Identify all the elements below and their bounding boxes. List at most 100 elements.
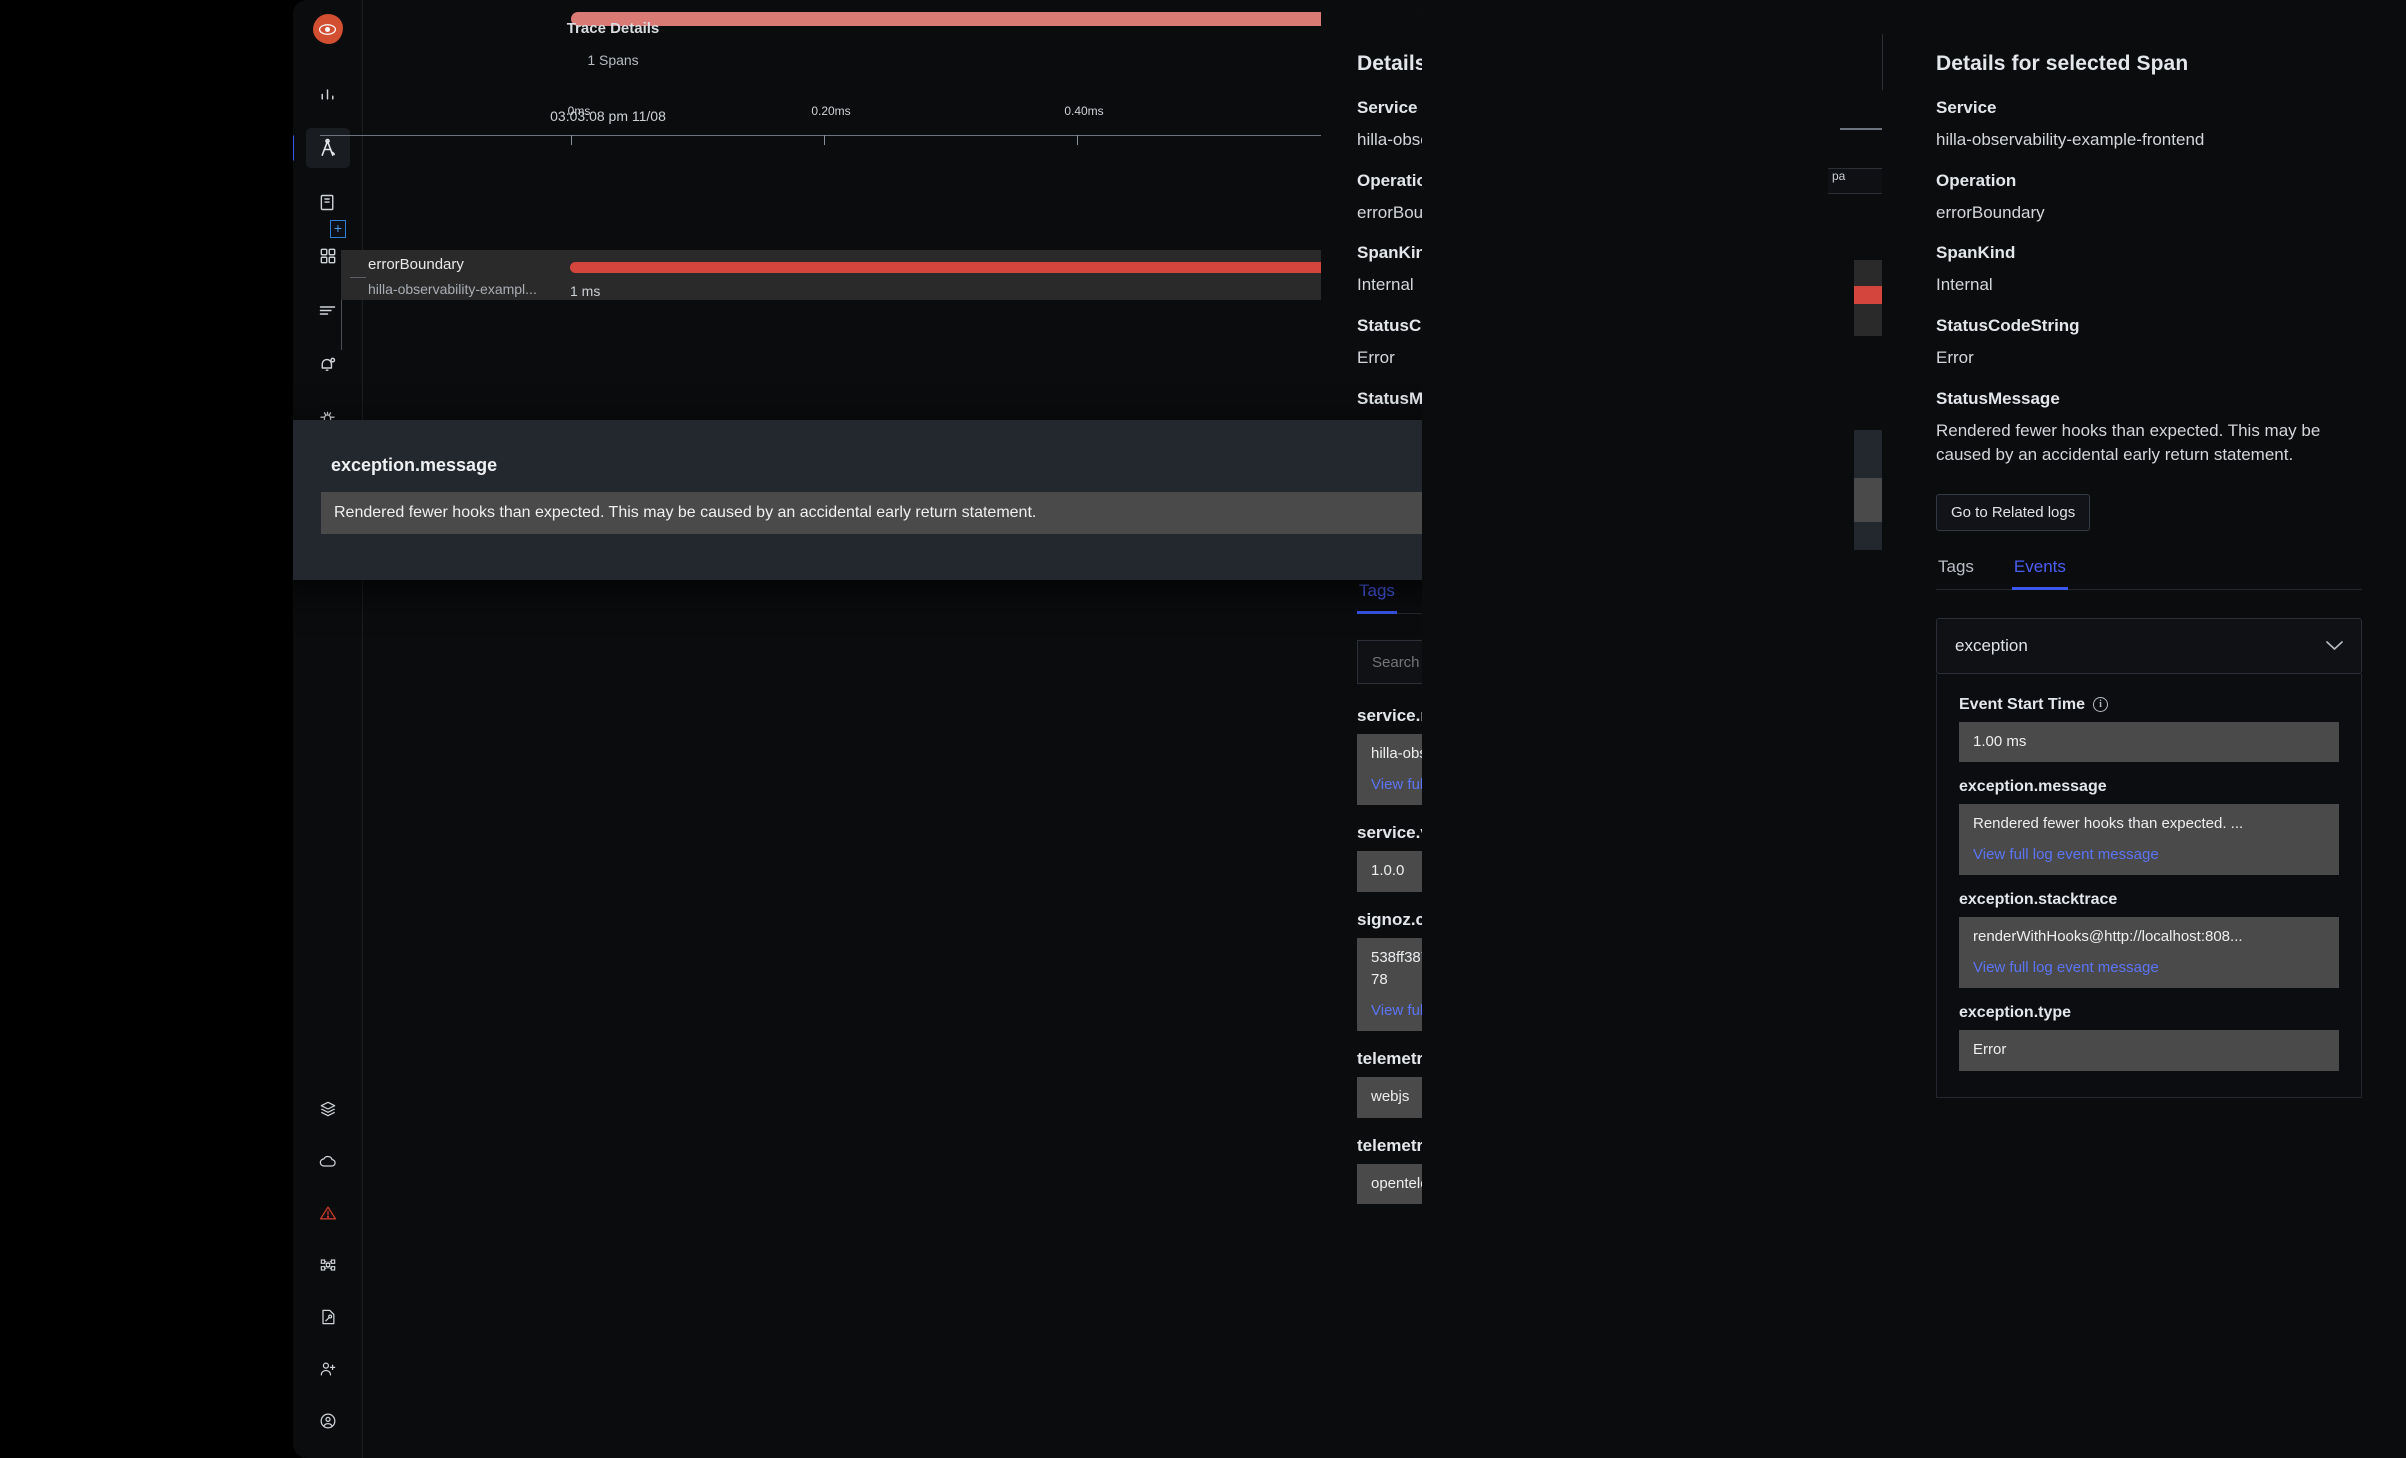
field-service-label: Service	[1936, 98, 1997, 117]
axis-tick	[571, 135, 572, 145]
signoz-logo[interactable]	[312, 14, 343, 44]
tag-value: hilla-observability-example-frontend Vie…	[1357, 734, 1422, 806]
sidebar-item-logs[interactable]	[306, 182, 350, 222]
sidebar	[293, 0, 363, 1458]
exception-stacktrace-value: renderWithHooks@http://localhost:808... …	[1959, 917, 2339, 989]
span-operation-name: errorBoundary	[368, 256, 464, 273]
layer2-divider	[1882, 34, 1883, 90]
logs-book-icon	[320, 194, 334, 210]
integrations-icon	[320, 1259, 335, 1271]
tab-events[interactable]: Events	[2011, 557, 2068, 590]
trace-start-time: 03:03:08 pm 11/08	[550, 108, 666, 124]
field-service-value: hilla-observability-example-frontend	[1936, 130, 2205, 149]
event-start-time-value: 1.00 ms	[1959, 721, 2339, 763]
field-operation-value: errorBoundary	[1936, 202, 2045, 222]
go-to-related-logs-button[interactable]: Go to Related logs	[1936, 493, 2091, 531]
sidebar-item-cloud[interactable]	[313, 1146, 343, 1176]
expand-span-toggle[interactable]: +	[330, 220, 346, 238]
field-statuscodestring-value: Error	[1357, 347, 1395, 367]
sidebar-item-layers[interactable]	[313, 1094, 343, 1124]
field-spankind-value: Internal	[1936, 275, 1993, 295]
event-select[interactable]: exception	[1936, 617, 2362, 674]
view-full-log-event-message-link[interactable]: View full log event message	[1973, 844, 2325, 867]
field-spankind-label: SpanKind	[1357, 243, 1422, 263]
field-spankind-label: SpanKind	[1936, 243, 2016, 263]
sidebar-item-account[interactable]	[313, 1406, 343, 1436]
tag-value: 538ff387-d0e9-4042-8511-7d745aaebc78 Vie…	[1357, 937, 1422, 1032]
tag-value-text: 538ff387-d0e9-4042-8511-7d745aaebc78	[1371, 948, 1422, 989]
view-full-log-event-message-link[interactable]: View full log event message	[1973, 957, 2325, 980]
tag-key: signoz.collector.id	[1357, 909, 1422, 929]
tag-value: opentelemetry	[1357, 1163, 1422, 1205]
axis-tick-label-0: 0ms	[567, 104, 591, 118]
layer2-bar-remnant	[1854, 286, 1882, 304]
page-title: Trace Details	[566, 20, 660, 37]
layer2-row-remnant	[1854, 304, 1882, 336]
field-spankind-value: Internal	[1357, 275, 1414, 295]
axis-tick-label-1: 0.20ms	[811, 104, 851, 118]
chevron-down-icon	[2326, 640, 2343, 651]
span-duration-bar[interactable]	[570, 262, 1422, 273]
tag-key: service.version	[1357, 823, 1422, 843]
user-plus-icon	[320, 1362, 335, 1376]
tab-tags[interactable]: Tags	[1936, 557, 1976, 589]
tag-value: 1.0.0	[1357, 851, 1422, 892]
field-statusmessage-label: StatusMessage	[1357, 388, 1422, 408]
span-details-panel-tags: Details for selected Span Service hilla-…	[1321, 0, 1422, 1458]
layer2-axis-remnant	[1840, 128, 1882, 130]
tag-list: service.name hilla-observability-example…	[1357, 706, 1422, 1205]
event-start-time-label: Event Start Time i	[1959, 696, 2339, 714]
timeline-axis	[320, 135, 1422, 136]
view-full-value-link[interactable]: View full value	[1371, 1000, 1422, 1023]
view-full-value-link[interactable]: View full value	[1371, 774, 1422, 797]
trace-main-content: Trace Details 1 Spans 03:03:08 pm 11/08 …	[320, 0, 1422, 1458]
sidebar-item-integrations[interactable]	[313, 1250, 343, 1280]
span-tree-branch	[350, 277, 366, 278]
span-details-heading: Details for selected Span	[1936, 52, 2189, 75]
sidebar-item-traces[interactable]	[293, 128, 350, 168]
exception-stacktrace-text: renderWithHooks@http://localhost:808...	[1973, 928, 2243, 946]
field-statuscodestring-value: Error	[1936, 347, 1974, 367]
tab-tags[interactable]: Tags	[1357, 581, 1397, 615]
sidebar-item-warnings[interactable]	[313, 1198, 343, 1228]
search-tag-names-input[interactable]	[1357, 640, 1422, 685]
layer2-modal-value-remnant	[1854, 478, 1882, 522]
event-select-value: exception	[1955, 635, 2028, 655]
field-operation-value: errorBoundary	[1357, 202, 1422, 222]
cloud-icon	[319, 1155, 336, 1167]
span-details-tabs: Tags Events	[1357, 581, 1422, 615]
field-statusmessage-value: Rendered fewer hooks than expected. This…	[1936, 420, 2321, 465]
bell-icon	[321, 357, 336, 371]
span-service-name: hilla-observability-exampl...	[368, 281, 537, 297]
traces-compass-icon	[321, 138, 335, 156]
field-service-label: Service	[1357, 98, 1418, 117]
account-circle-icon	[320, 1413, 335, 1429]
exception-stacktrace-label: exception.stacktrace	[1959, 891, 2118, 909]
event-attributes-body: Event Start Time i 1.00 ms exception.mes…	[1936, 673, 2362, 1098]
event-start-time-text: Event Start Time	[1959, 695, 2085, 713]
warning-triangle-icon	[319, 1206, 336, 1220]
sidebar-secondary-nav	[313, 1094, 343, 1436]
bar-chart-icon	[321, 88, 334, 100]
modal-title: exception.message	[331, 455, 498, 475]
span-details-tabs: Tags Events	[1936, 557, 2362, 590]
background-window-layer-2: pa Details for selected Span Details for…	[1420, 0, 2406, 1458]
modal-value: Rendered fewer hooks than expected. This…	[321, 492, 1422, 534]
info-icon[interactable]: i	[2092, 697, 2108, 713]
sidebar-item-save-view[interactable]	[313, 1302, 343, 1332]
tag-value-text: hilla-observability-example-frontend	[1371, 745, 1422, 763]
list-icon	[319, 305, 336, 315]
tag-key: telemetry.sdk.language	[1357, 1049, 1422, 1069]
field-statuscodestring-label: StatusCodeString	[1936, 315, 2080, 335]
span-details-heading: Details for selected Span	[1357, 52, 1422, 75]
tag-search-row	[1357, 640, 1422, 685]
sidebar-item-alerts[interactable]	[306, 344, 350, 384]
layer2-row-remnant	[1854, 260, 1882, 286]
view-full-value-modal: exception.message Rendered fewer hooks t…	[293, 420, 1422, 580]
exception-message-value: Rendered fewer hooks than expected. ... …	[1959, 804, 2339, 876]
sidebar-item-invite-member[interactable]	[313, 1354, 343, 1384]
sidebar-item-dashboard-bar-chart[interactable]	[306, 74, 350, 114]
span-details-panel-events: Details for selected Span Service hilla-…	[1892, 18, 2406, 1328]
span-duration-label: 1 ms	[570, 283, 601, 299]
field-operation-label: Operation	[1936, 170, 2017, 190]
